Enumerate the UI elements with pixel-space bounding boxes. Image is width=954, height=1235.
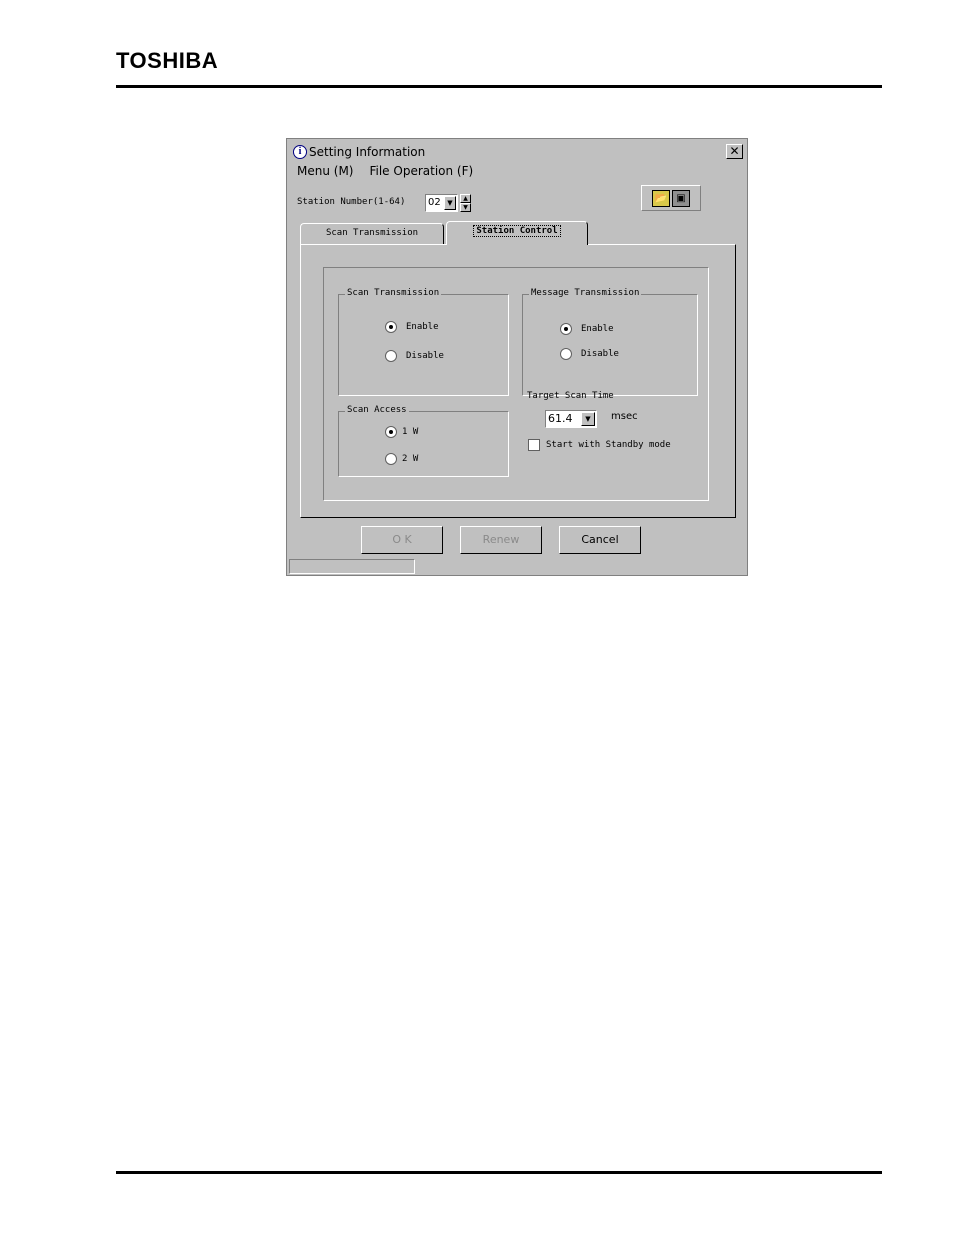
window-title: Setting Information [309,145,426,159]
radio-selected-icon [385,426,397,438]
radio-label: Disable [406,351,444,361]
save-disk-icon[interactable]: ▣ [672,190,690,207]
message-transmission-group-label: Message Transmission [529,288,642,298]
footer-rule [116,1171,882,1174]
window-title-bar: i Setting Information [293,144,425,160]
radio-unselected-icon [385,350,397,362]
scan-transmission-enable-radio[interactable]: Enable [385,321,439,333]
scan-transmission-group: Scan Transmission Enable Disable [338,288,509,396]
scan-transmission-disable-radio[interactable]: Disable [385,350,444,362]
message-transmission-enable-radio[interactable]: Enable [560,323,614,335]
radio-label: Enable [406,322,439,332]
scan-access-2w-radio[interactable]: 2 W [385,453,418,465]
status-bar [289,559,415,574]
scan-access-1w-radio[interactable]: 1 W [385,426,418,438]
menu-item-menu[interactable]: Menu (M) [297,164,353,178]
tab-scan-transmission[interactable]: Scan Transmission [300,223,444,245]
standby-mode-label: Start with Standby mode [546,440,671,450]
target-scan-time-select[interactable]: 61.4 ▼ [545,410,597,428]
message-transmission-group: Message Transmission Enable Disable [522,288,698,396]
menu-item-file-operation[interactable]: File Operation (F) [369,164,473,178]
station-number-select[interactable]: 02 ▼ [425,194,458,212]
radio-label: 1 W [402,427,419,437]
scan-transmission-group-label: Scan Transmission [345,288,442,298]
info-icon: i [293,145,307,159]
setting-information-window: i Setting Information ✕ Menu (M) File Op… [286,138,748,576]
scan-access-group: Scan Access 1 W 2 W [338,405,509,477]
radio-label: Disable [581,349,619,359]
station-number-value: 02 [428,197,441,208]
radio-label: Enable [581,324,614,334]
chevron-down-icon[interactable]: ▼ [581,412,595,426]
target-scan-time-unit: msec [611,411,638,422]
standby-mode-checkbox[interactable]: Start with Standby mode [528,439,671,451]
file-toolbox: 📂 ▣ [641,185,701,211]
checkbox-icon [528,439,540,451]
ok-button[interactable]: O K [361,526,443,554]
tab-station-control[interactable]: Station Control [446,221,588,245]
radio-label: 2 W [402,454,419,464]
spin-up-icon[interactable]: ▲ [460,194,471,203]
cancel-button[interactable]: Cancel [559,526,641,554]
open-folder-icon[interactable]: 📂 [652,190,670,207]
spin-down-icon[interactable]: ▼ [460,203,471,212]
menu-bar: Menu (M) File Operation (F) [297,164,473,178]
station-number-spinner[interactable]: ▲ ▼ [460,194,471,213]
chevron-down-icon[interactable]: ▼ [444,196,456,210]
scan-access-group-label: Scan Access [345,405,409,415]
station-control-panel: Scan Transmission Enable Disable Message… [300,244,736,518]
radio-unselected-icon [560,348,572,360]
target-scan-time-label: Target Scan Time [527,391,614,401]
tab-station-control-label: Station Control [473,225,561,237]
renew-button[interactable]: Renew [460,526,542,554]
station-number-label: Station Number(1-64) [297,197,406,207]
target-scan-time-value: 61.4 [548,412,573,425]
radio-selected-icon [385,321,397,333]
close-icon: ✕ [729,144,740,158]
toshiba-logo: TOSHIBA [116,48,219,73]
radio-unselected-icon [385,453,397,465]
radio-selected-icon [560,323,572,335]
header-rule [116,85,882,88]
close-button[interactable]: ✕ [726,144,743,159]
message-transmission-disable-radio[interactable]: Disable [560,348,619,360]
settings-frame: Scan Transmission Enable Disable Message… [323,267,709,501]
